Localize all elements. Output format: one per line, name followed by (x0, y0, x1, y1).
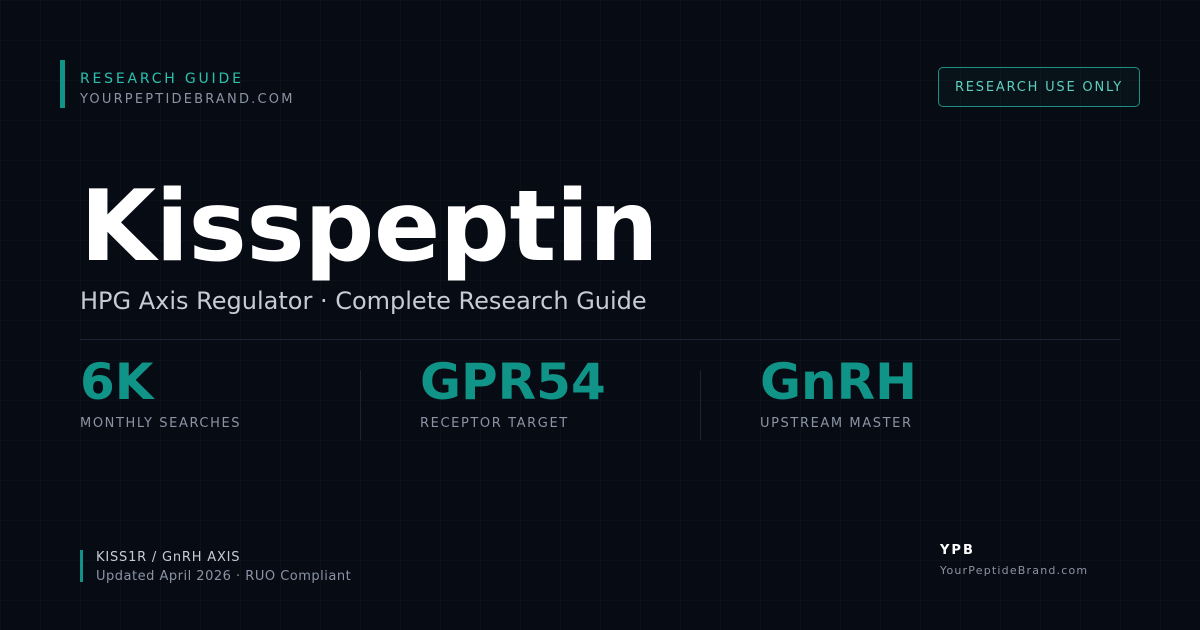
divider (80, 339, 1120, 340)
footer-site: YourPeptideBrand.com (940, 564, 1089, 577)
stats-row: 6K MONTHLY SEARCHES GPR54 RECEPTOR TARGE… (80, 350, 1120, 440)
stat-upstream-master: GnRH UPSTREAM MASTER (760, 350, 917, 440)
footer-tag: KISS1R / GnRH AXIS (96, 550, 241, 565)
research-use-only-badge: RESEARCH USE ONLY (938, 67, 1140, 107)
brand-domain: YOURPEPTIDEBRAND.COM (80, 92, 295, 107)
stat-separator (700, 370, 701, 440)
brand-block: RESEARCH GUIDE YOURPEPTIDEBRAND.COM (60, 60, 295, 108)
footer-info: KISS1R / GnRH AXIS Updated April 2026 · … (80, 550, 351, 584)
footer-logo: YPB (940, 543, 975, 558)
stat-value: GnRH (760, 353, 917, 411)
stat-receptor-target: GPR54 RECEPTOR TARGET (420, 350, 606, 440)
stat-value: 6K (80, 353, 154, 411)
footer-updated: Updated April 2026 · RUO Compliant (96, 569, 352, 584)
brand-eyebrow: RESEARCH GUIDE (80, 71, 244, 87)
stat-label: MONTHLY SEARCHES (80, 416, 242, 431)
footer-brand: YPB YourPeptideBrand.com (940, 543, 1088, 579)
stat-label: UPSTREAM MASTER (760, 416, 913, 431)
stat-label: RECEPTOR TARGET (420, 416, 569, 431)
stat-monthly-searches: 6K MONTHLY SEARCHES (80, 350, 241, 440)
stat-separator (360, 370, 361, 440)
stat-value: GPR54 (420, 353, 606, 411)
page-title: Kisspeptin (80, 170, 659, 284)
page-subtitle: HPG Axis Regulator · Complete Research G… (80, 287, 647, 315)
